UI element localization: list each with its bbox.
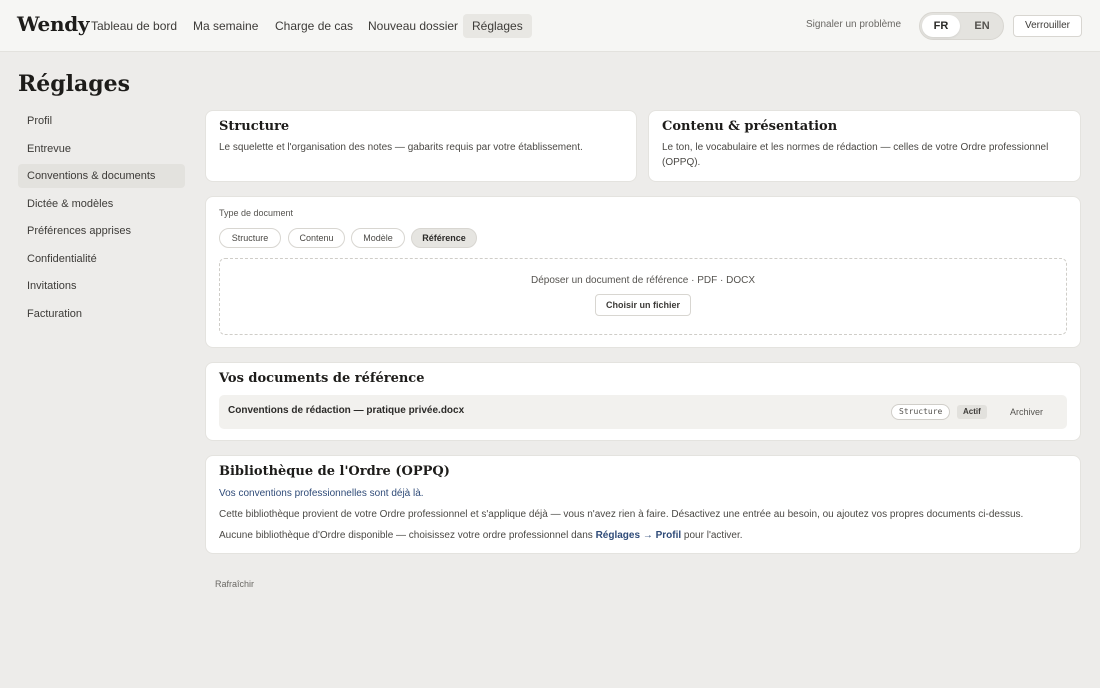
- sidebar-item-billing[interactable]: Facturation: [18, 302, 185, 326]
- sidebar-item-learned-preferences[interactable]: Préférences apprises: [18, 219, 185, 243]
- language-toggle: FR EN: [919, 12, 1004, 40]
- structure-card-text: Le squelette et l'organisation des notes…: [219, 142, 583, 153]
- content-card-title: Contenu & présentation: [662, 119, 838, 134]
- nav-dashboard[interactable]: Tableau de bord: [82, 14, 186, 38]
- lang-en-button[interactable]: EN: [963, 15, 1001, 37]
- lock-button[interactable]: Verrouiller: [1013, 15, 1082, 37]
- sidebar-item-conventions[interactable]: Conventions & documents: [18, 164, 185, 188]
- refresh-button[interactable]: Rafraîchir: [215, 579, 254, 589]
- library-empty-text: Aucune bibliothèque d'Ordre disponible —…: [219, 530, 596, 541]
- archive-button[interactable]: Archiver: [1000, 404, 1053, 421]
- structure-card-title: Structure: [219, 119, 290, 134]
- type-content-pill[interactable]: Contenu: [288, 228, 345, 248]
- document-name: Conventions de rédaction — pratique priv…: [228, 405, 465, 416]
- type-reference-pill[interactable]: Référence: [411, 228, 477, 248]
- library-empty-notice: Aucune bibliothèque d'Ordre disponible —…: [219, 530, 743, 541]
- nav-new-file[interactable]: Nouveau dossier: [359, 14, 467, 38]
- sidebar-item-privacy[interactable]: Confidentialité: [18, 247, 185, 271]
- nav-settings[interactable]: Réglages: [463, 14, 532, 38]
- library-empty-suffix: pour l'activer.: [681, 530, 743, 541]
- choose-file-button[interactable]: Choisir un fichier: [595, 294, 691, 316]
- status-badge: Actif: [957, 405, 987, 419]
- sidebar-item-invitations[interactable]: Invitations: [18, 274, 185, 298]
- nav-my-week[interactable]: Ma semaine: [184, 14, 267, 38]
- library-description: Cette bibliothèque provient de votre Ord…: [219, 509, 1024, 520]
- settings-profile-link[interactable]: Réglages → Profil: [596, 530, 682, 541]
- nav-caseload[interactable]: Charge de cas: [266, 14, 362, 38]
- content-card-text: Le ton, le vocabulaire et les normes de …: [662, 142, 1049, 168]
- page-title: Réglages: [18, 71, 131, 97]
- library-intro: Vos conventions professionnelles sont dé…: [219, 488, 424, 499]
- sidebar-item-interview[interactable]: Entrevue: [18, 137, 185, 161]
- documents-title: Vos documents de référence: [219, 371, 425, 386]
- library-title: Bibliothèque de l'Ordre (OPPQ): [219, 464, 450, 479]
- table-row: Conventions de rédaction — pratique priv…: [219, 395, 1067, 429]
- report-problem-link[interactable]: Signaler un problème: [806, 19, 901, 30]
- document-type-label: Type de document: [219, 208, 294, 218]
- app-logo[interactable]: Wendy: [17, 12, 90, 36]
- dropzone-text: Déposer un document de référence · PDF ·…: [531, 275, 755, 286]
- document-type-tag: Structure: [891, 404, 951, 420]
- sidebar-item-dictation[interactable]: Dictée & modèles: [18, 192, 185, 216]
- sidebar-item-profile[interactable]: Profil: [18, 109, 185, 133]
- lang-fr-button[interactable]: FR: [922, 15, 960, 37]
- top-navigation-bar: Wendy Tableau de bord Ma semaine Charge …: [0, 0, 1100, 52]
- type-template-pill[interactable]: Modèle: [351, 228, 405, 248]
- type-structure-pill[interactable]: Structure: [219, 228, 281, 248]
